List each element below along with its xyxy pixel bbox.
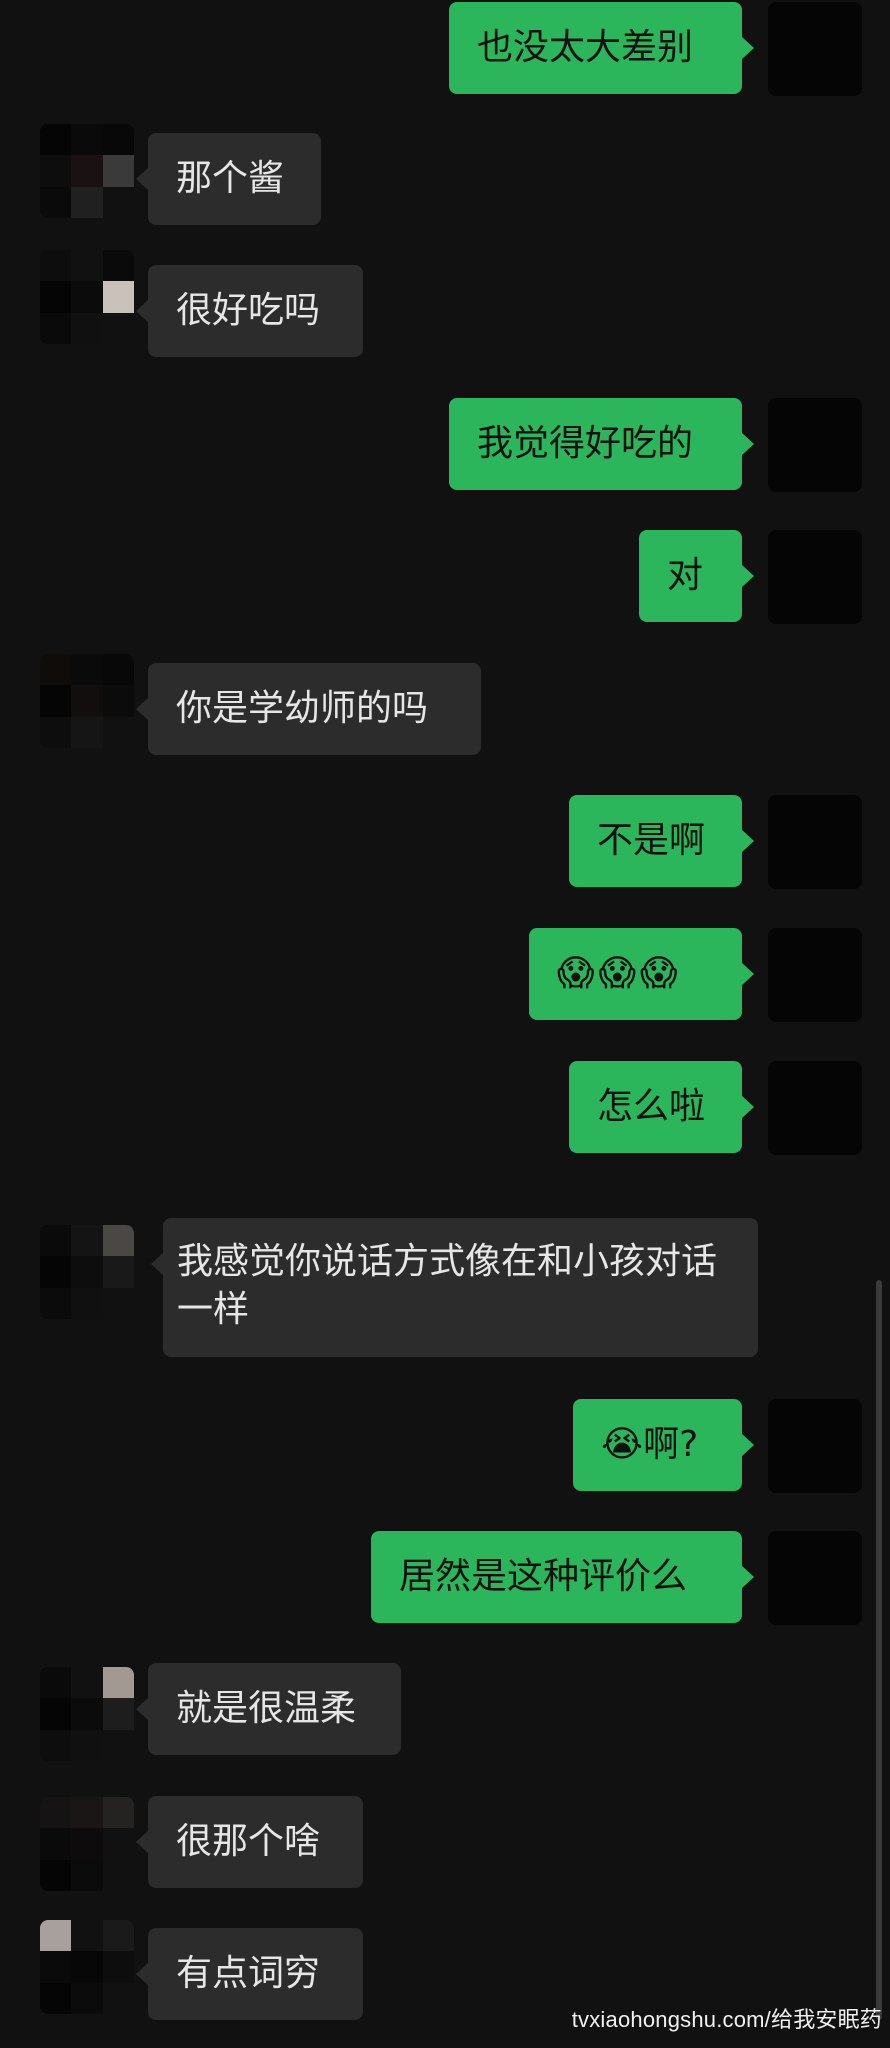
message-bubble-incoming[interactable]: 就是很温柔	[136, 1663, 401, 1755]
my-avatar[interactable]	[768, 530, 862, 624]
watermark: tvxiaohongshu.com/给我安眠药	[571, 2007, 882, 2032]
my-avatar[interactable]	[768, 1399, 862, 1493]
message-bubble-outgoing[interactable]: 😱😱😱	[529, 928, 754, 1020]
message-bubble-outgoing[interactable]: 也没太大差别	[449, 2, 754, 94]
chat-view[interactable]: 也没太大差别 那个酱 很好吃吗 我觉得好吃的 对 你是学幼师的吗 不是啊 😱😱😱…	[0, 0, 890, 2048]
my-avatar[interactable]	[768, 795, 862, 889]
message-bubble-outgoing[interactable]: 😭啊?	[573, 1399, 754, 1491]
my-avatar[interactable]	[768, 2, 862, 96]
message-bubble-outgoing[interactable]: 对	[639, 530, 754, 622]
message-bubble-outgoing[interactable]: 我觉得好吃的	[449, 398, 754, 490]
message-bubble-incoming[interactable]: 很那个啥	[136, 1796, 363, 1888]
my-avatar[interactable]	[768, 398, 862, 492]
contact-avatar[interactable]	[40, 654, 134, 748]
message-bubble-incoming[interactable]: 你是学幼师的吗	[136, 663, 481, 755]
message-bubble-incoming[interactable]: 我感觉你说话方式像在和小孩对话一样	[151, 1218, 758, 1357]
message-bubble-incoming[interactable]: 很好吃吗	[136, 265, 363, 357]
message-bubble-outgoing[interactable]: 不是啊	[569, 795, 754, 887]
contact-avatar[interactable]	[40, 1667, 134, 1761]
contact-avatar[interactable]	[40, 1797, 134, 1891]
contact-avatar[interactable]	[40, 250, 134, 344]
my-avatar[interactable]	[768, 1531, 862, 1625]
message-bubble-outgoing[interactable]: 怎么啦	[569, 1061, 754, 1153]
message-bubble-outgoing[interactable]: 居然是这种评价么	[371, 1531, 754, 1623]
contact-avatar[interactable]	[40, 1920, 134, 2014]
message-bubble-incoming[interactable]: 那个酱	[136, 133, 321, 225]
contact-avatar[interactable]	[40, 124, 134, 218]
message-bubble-incoming[interactable]: 有点词穷	[136, 1928, 363, 2020]
contact-avatar[interactable]	[40, 1225, 134, 1319]
my-avatar[interactable]	[768, 1061, 862, 1155]
scrollbar[interactable]	[876, 1280, 882, 2020]
my-avatar[interactable]	[768, 928, 862, 1022]
